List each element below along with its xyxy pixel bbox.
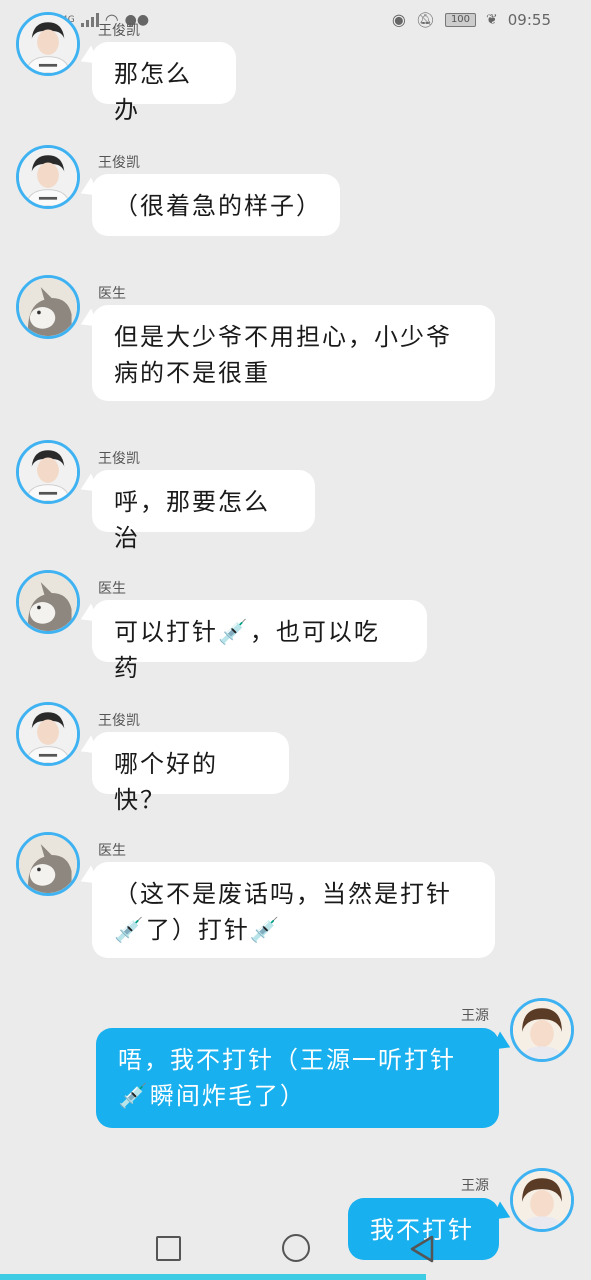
- mute-bell-icon: 🔕︎: [415, 10, 435, 29]
- avatar[interactable]: [510, 998, 574, 1062]
- message-text: 呼，那要怎么治: [114, 488, 270, 552]
- avatar[interactable]: [16, 570, 80, 634]
- status-right: ◉ 🔕︎ 100 ❦ 09:55: [392, 10, 551, 29]
- avatar[interactable]: [16, 832, 80, 896]
- avatar[interactable]: [16, 12, 80, 76]
- message-bubble: （这不是废话吗，当然是打针 💉了）打针💉: [92, 862, 495, 958]
- scroll-progress-fill: [0, 1274, 426, 1280]
- sender-name: 王俊凯: [98, 155, 140, 171]
- sender-name: 医生: [98, 843, 126, 859]
- boy-avatar-icon: [19, 15, 77, 73]
- message-text: 病的不是很重: [114, 359, 270, 387]
- scroll-progress: [0, 1274, 591, 1280]
- sender-name: 王源: [461, 1178, 489, 1194]
- message-bubble: 那怎么办: [92, 42, 236, 124]
- sender-name: 王俊凯: [98, 23, 140, 39]
- avatar[interactable]: [16, 440, 80, 504]
- message-bubble: 可以打针💉，也可以吃药: [92, 600, 427, 682]
- cat-avatar-icon: [19, 573, 77, 631]
- sender-name: 王俊凯: [98, 713, 140, 729]
- battery-icon: 100: [444, 12, 477, 27]
- clock: 09:55: [507, 10, 551, 29]
- back-button[interactable]: [408, 1234, 436, 1264]
- recent-apps-button[interactable]: [156, 1236, 181, 1261]
- boy-avatar-icon: [19, 148, 77, 206]
- sender-name: 王源: [461, 1008, 489, 1024]
- leaf-icon: ❦: [486, 11, 498, 28]
- message-text: （很着急的样子）: [114, 192, 322, 220]
- message-text: 但是大少爷不用担心，小少爷: [114, 323, 452, 351]
- message-text: 可以打针💉，也可以吃药: [114, 618, 380, 682]
- navigation-bar: [0, 1220, 591, 1280]
- eye-icon: ◉: [391, 10, 406, 29]
- boy-avatar-icon: [19, 705, 77, 763]
- message-text: 那怎么办: [114, 60, 192, 124]
- sender-name: 医生: [98, 286, 126, 302]
- boy-avatar-icon: [19, 443, 77, 501]
- message-text: 💉瞬间炸毛了）: [118, 1082, 306, 1110]
- status-bar: 4G ◠ ●● ◉ 🔕︎ 100 ❦ 09:55: [0, 0, 591, 40]
- cat-avatar-icon: [19, 278, 77, 336]
- message-bubble: 唔，我不打针（王源一听打针 💉瞬间炸毛了）: [96, 1028, 499, 1128]
- avatar[interactable]: [16, 275, 80, 339]
- message-text: （这不是废话吗，当然是打针: [114, 880, 452, 908]
- message-bubble: 呼，那要怎么治: [92, 470, 315, 552]
- message-bubble: 但是大少爷不用担心，小少爷 病的不是很重: [92, 305, 495, 401]
- signal-icon: [80, 12, 99, 27]
- cat-avatar-icon: [19, 835, 77, 893]
- home-button[interactable]: [282, 1234, 310, 1262]
- avatar[interactable]: [16, 702, 80, 766]
- message-text: 唔，我不打针（王源一听打针: [118, 1046, 456, 1074]
- sender-name: 王俊凯: [98, 451, 140, 467]
- message-bubble: （很着急的样子）: [92, 174, 340, 236]
- sender-name: 医生: [98, 581, 126, 597]
- avatar[interactable]: [16, 145, 80, 209]
- message-bubble: 哪个好的快？: [92, 732, 289, 814]
- message-text: 哪个好的快？: [114, 750, 218, 814]
- boy2-avatar-icon: [513, 1001, 571, 1059]
- message-text: 💉了）打针💉: [114, 916, 282, 944]
